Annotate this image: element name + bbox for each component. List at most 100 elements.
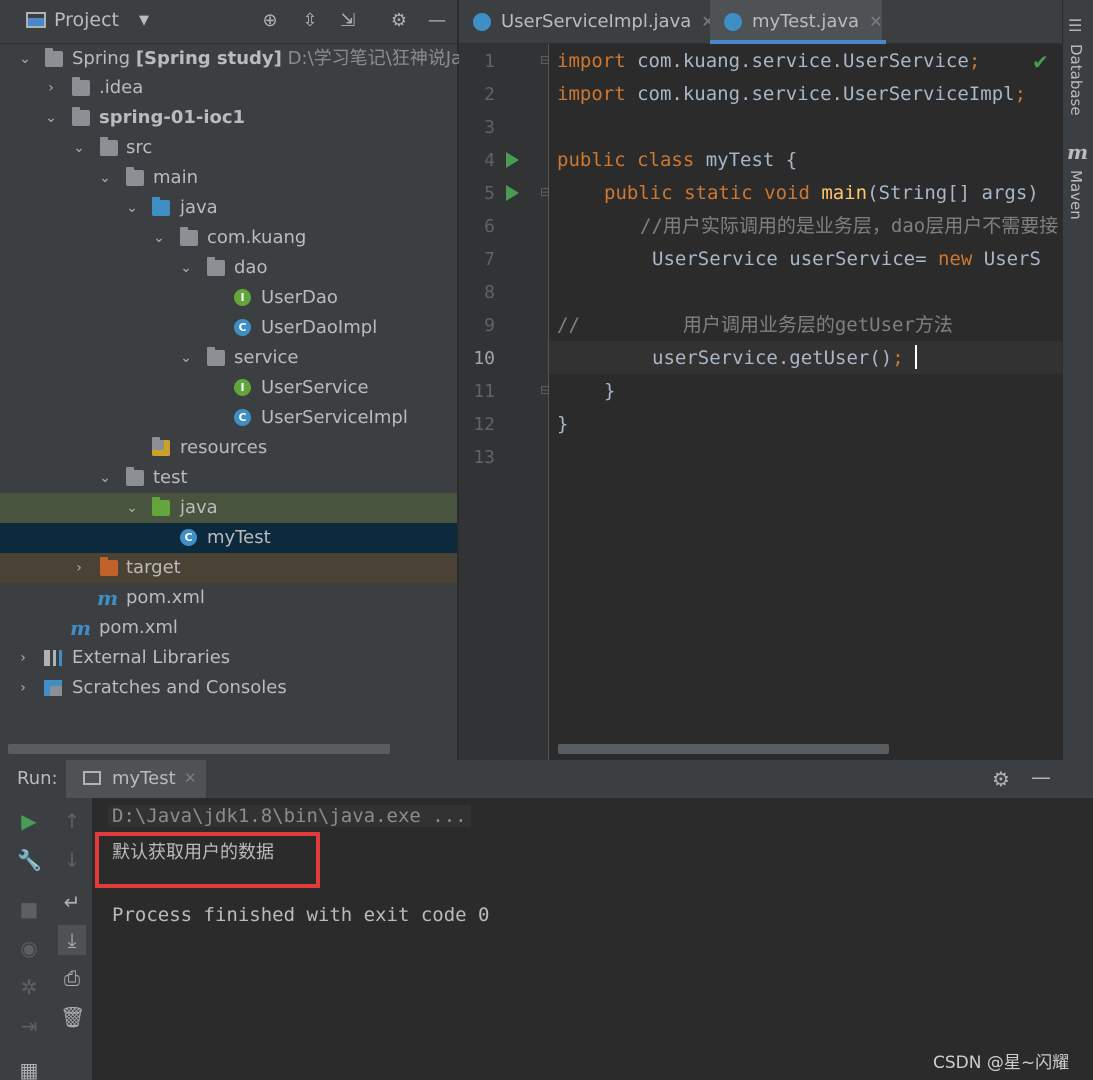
chevron-right-icon[interactable]: › [72, 553, 86, 583]
tree-label-project-name: [Spring study] [135, 48, 282, 69]
tree-item-userserviceimpl[interactable]: C UserServiceImpl [0, 403, 457, 433]
settings-restore-icon[interactable]: ✲ [17, 975, 41, 999]
chevron-down-icon[interactable]: ⌄ [125, 193, 139, 223]
trash-icon[interactable]: 🗑 [60, 1005, 85, 1029]
chevron-right-icon[interactable]: › [16, 673, 30, 703]
tree-item-target[interactable]: › target [0, 553, 457, 583]
tree-item-mytest-selected[interactable]: C myTest [0, 523, 457, 553]
code-line-6[interactable]: //用户实际调用的是业务层，dao层用户不需要接 [640, 210, 1058, 243]
exit-icon[interactable]: ⇥ [17, 1014, 41, 1038]
expand-all-icon[interactable]: ⇳ [299, 10, 321, 32]
locate-icon[interactable]: ⊕ [259, 10, 281, 32]
folder-icon [100, 137, 118, 156]
chevron-down-icon[interactable]: ⌄ [179, 253, 193, 283]
arrow-up-icon[interactable]: ↑ [60, 809, 84, 833]
code-line-2[interactable]: import com.kuang.service.UserServiceImpl… [557, 78, 1026, 111]
tree-item-userdaoimpl[interactable]: C UserDaoImpl [0, 313, 457, 343]
run-panel-header: Run: myTest ✕ ⚙ — [0, 760, 1093, 798]
tab-label: UserServiceImpl.java [501, 11, 692, 32]
tree-item-idea[interactable]: › .idea [0, 73, 457, 103]
code-line-4[interactable]: public class myTest { [557, 144, 797, 177]
gear-icon[interactable]: ⚙ [992, 767, 1010, 791]
tree-item-test-java[interactable]: ⌄ java [0, 493, 457, 523]
fold-icon[interactable]: ⊟ [540, 53, 550, 67]
project-horizontal-scrollbar[interactable] [8, 744, 390, 754]
tree-item-java[interactable]: ⌄ java [0, 193, 457, 223]
minimize-icon[interactable]: — [426, 10, 448, 32]
code-line-5[interactable]: public static void main(String[] args) [604, 177, 1039, 210]
tree-item-package[interactable]: ⌄ com.kuang [0, 223, 457, 253]
tab-mytest-active[interactable]: myTest.java ✕ [710, 0, 883, 44]
tree-item-userservice[interactable]: I UserService [0, 373, 457, 403]
fold-icon[interactable]: ⊟ [540, 383, 550, 397]
chevron-down-icon[interactable]: ⌄ [125, 493, 139, 523]
camera-icon[interactable]: ◉ [17, 936, 41, 960]
collapse-all-icon[interactable]: ⇲ [337, 10, 359, 32]
run-main-icon[interactable] [506, 185, 519, 201]
tree-item-module[interactable]: ⌄ spring-01-ioc1 [0, 103, 457, 133]
project-view-selector[interactable]: Project ▼ [26, 9, 149, 31]
run-tab-mytest[interactable]: myTest ✕ [66, 760, 206, 798]
tree-label: service [234, 347, 299, 368]
chevron-down-icon[interactable]: ⌄ [179, 343, 193, 373]
tree-item-resources[interactable]: resources [0, 433, 457, 463]
inspection-ok-icon[interactable]: ✔ [1032, 50, 1049, 74]
highlight-box [95, 832, 320, 888]
tree-label: External Libraries [72, 647, 231, 668]
line-number: 11 [473, 381, 495, 402]
package-icon [180, 227, 198, 246]
console-command-line: D:\Java\jdk1.8\bin\java.exe ... [108, 805, 471, 827]
editor-tab-bar: UserServiceImpl.java ✕ myTest.java ✕ [459, 0, 1062, 44]
code-line-10[interactable]: userService.getUser(); [652, 342, 904, 375]
fold-icon[interactable]: ⊟ [540, 185, 550, 199]
editor-horizontal-scrollbar[interactable] [558, 744, 889, 754]
chevron-down-icon[interactable]: ⌄ [44, 103, 58, 133]
tree-item-service[interactable]: ⌄ service [0, 343, 457, 373]
chevron-down-icon[interactable]: ⌄ [98, 163, 112, 193]
chevron-right-icon[interactable]: › [44, 73, 58, 103]
chevron-down-icon[interactable]: ⌄ [18, 44, 32, 74]
stop-icon[interactable]: ■ [17, 897, 41, 921]
minimize-icon[interactable]: — [1031, 765, 1051, 789]
chevron-right-icon[interactable]: › [16, 643, 30, 673]
chevron-down-icon[interactable]: ⌄ [152, 223, 166, 253]
chevron-down-icon[interactable]: ⌄ [72, 133, 86, 163]
maven-icon[interactable]: m [1067, 140, 1088, 164]
tree-item-dao[interactable]: ⌄ dao [0, 253, 457, 283]
tree-item-pom-root[interactable]: m pom.xml [0, 613, 457, 643]
tree-item-scratches[interactable]: › Scratches and Consoles [0, 673, 457, 703]
database-icon[interactable]: ☰ [1068, 16, 1082, 35]
print-icon[interactable]: ⎙ [60, 966, 84, 990]
soft-wrap-icon[interactable]: ↵ [60, 890, 84, 914]
excluded-folder-icon [100, 557, 118, 576]
tree-item-pom-module[interactable]: m pom.xml [0, 583, 457, 613]
arrow-down-icon[interactable]: ↓ [60, 848, 84, 872]
chevron-down-icon[interactable]: ⌄ [98, 463, 112, 493]
close-icon[interactable]: ✕ [184, 769, 197, 787]
tree-item-root[interactable]: ⌄ Spring [Spring study] D:\学习笔记\狂神说Jav [0, 44, 473, 74]
scroll-to-end-icon[interactable]: ⤓ [58, 925, 86, 955]
line-number: 3 [484, 117, 495, 138]
code-line-9[interactable]: // 用户调用业务层的getUser方法 [557, 309, 953, 342]
code-line-7[interactable]: UserService userService= new UserS [652, 243, 1041, 276]
wrench-icon[interactable]: 🔧 [17, 848, 42, 872]
tree-item-external-libraries[interactable]: › External Libraries [0, 643, 457, 673]
gear-icon[interactable]: ⚙ [388, 10, 410, 32]
tree-label-path: D:\学习笔记\狂神说Jav [287, 48, 473, 69]
tree-item-main[interactable]: ⌄ main [0, 163, 457, 193]
tree-item-userdao[interactable]: I UserDao [0, 283, 457, 313]
tree-item-test[interactable]: ⌄ test [0, 463, 457, 493]
rerun-icon[interactable]: ▶ [17, 809, 41, 833]
close-icon[interactable]: ✕ [869, 12, 882, 31]
code-line-1[interactable]: import com.kuang.service.UserService; [557, 45, 980, 78]
console-icon [83, 771, 101, 785]
tree-item-src[interactable]: ⌄ src [0, 133, 457, 163]
layout-icon[interactable]: ▦ [17, 1058, 41, 1080]
database-tool-button[interactable]: Database [1067, 44, 1085, 116]
code-line-12[interactable]: } [557, 408, 568, 441]
code-line-11[interactable]: } [604, 375, 615, 408]
source-folder-icon [152, 197, 170, 216]
run-class-icon[interactable] [506, 152, 519, 168]
tab-userserviceimpl[interactable]: UserServiceImpl.java ✕ [459, 0, 715, 44]
maven-tool-button[interactable]: Maven [1067, 170, 1085, 220]
